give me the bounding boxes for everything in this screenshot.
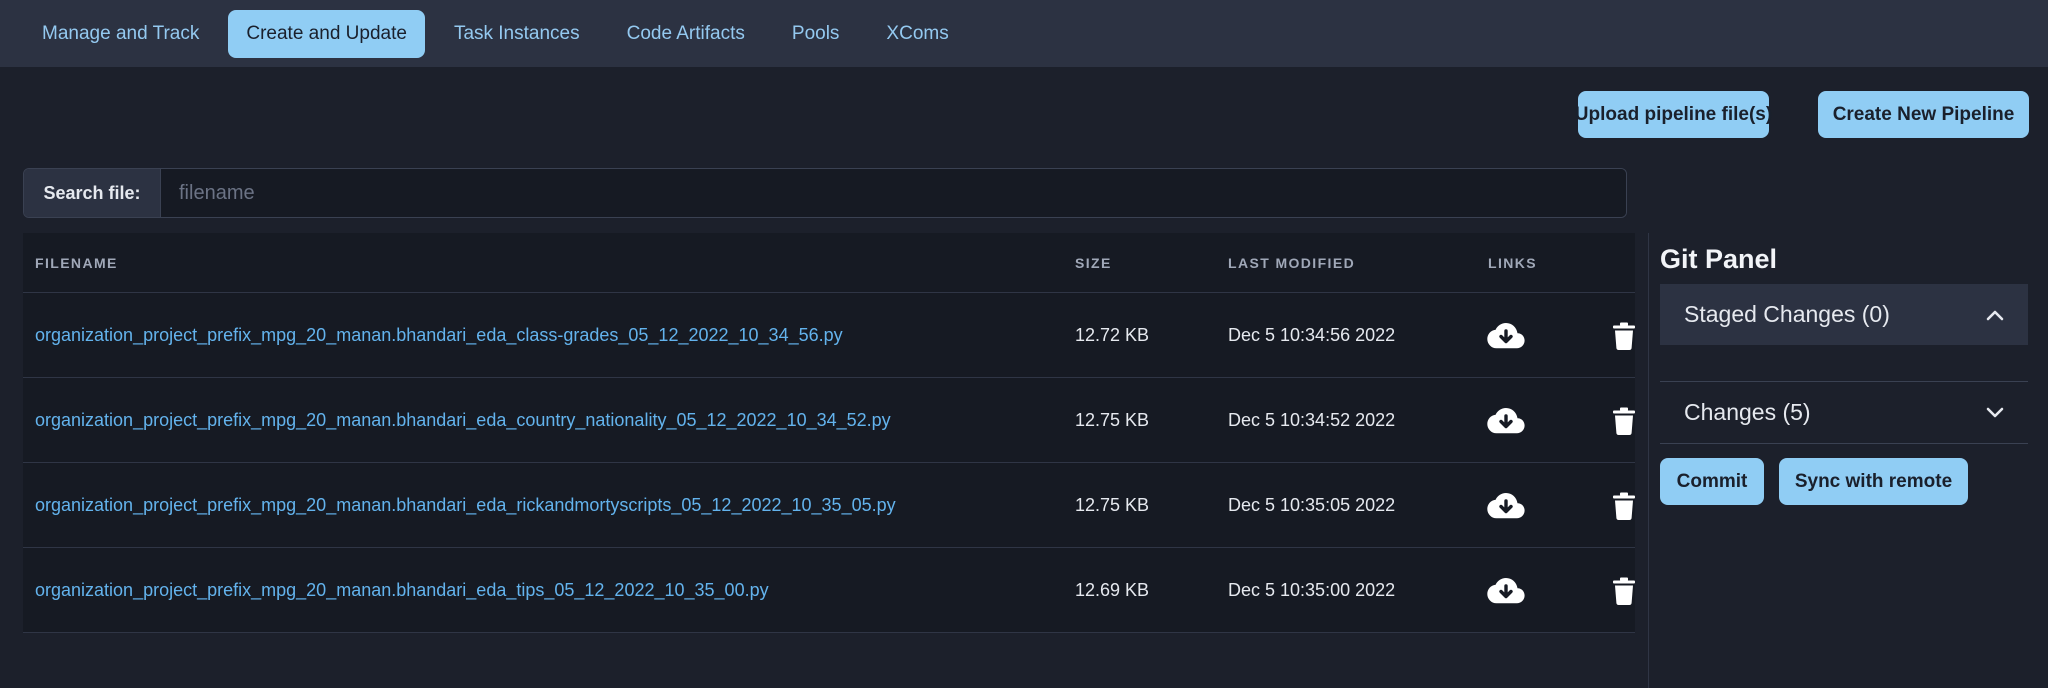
staged-changes-label: Staged Changes (0) xyxy=(1684,301,1890,327)
cloud-download-icon[interactable] xyxy=(1487,548,1525,633)
changes-accordion[interactable]: Changes (5) xyxy=(1660,382,2028,443)
trash-icon[interactable] xyxy=(1613,293,1635,378)
trash-icon[interactable] xyxy=(1613,463,1635,548)
search-label: Search file: xyxy=(24,169,161,217)
header-filename: FILENAME xyxy=(35,255,118,271)
panel-divider xyxy=(1648,233,1649,688)
header-links: LINKS xyxy=(1488,255,1537,271)
file-size: 12.69 KB xyxy=(1075,580,1150,600)
accordion-divider xyxy=(1660,443,2028,444)
cloud-download-icon[interactable] xyxy=(1487,463,1525,548)
file-modified: Dec 5 10:35:00 2022 xyxy=(1228,580,1396,600)
top-nav: Manage and Track Create and Update Task … xyxy=(0,0,2048,67)
table-row: organization_project_prefix_mpg_20_manan… xyxy=(23,463,1635,548)
cloud-download-icon[interactable] xyxy=(1487,293,1525,378)
create-pipeline-button[interactable]: Create New Pipeline xyxy=(1818,91,2029,138)
file-link[interactable]: organization_project_prefix_mpg_20_manan… xyxy=(35,463,896,548)
chevron-up-icon xyxy=(1986,309,2004,321)
file-modified: Dec 5 10:34:52 2022 xyxy=(1228,410,1396,430)
tab-task-instances[interactable]: Task Instances xyxy=(436,10,598,58)
staged-changes-accordion[interactable]: Staged Changes (0) xyxy=(1660,284,2028,345)
table-row: organization_project_prefix_mpg_20_manan… xyxy=(23,378,1635,463)
file-size: 12.72 KB xyxy=(1075,325,1150,345)
changes-label: Changes (5) xyxy=(1684,399,1811,425)
header-last-modified: LAST MODIFIED xyxy=(1228,255,1356,271)
upload-pipeline-button[interactable]: Upload pipeline file(s) xyxy=(1575,91,1772,138)
table-header: FILENAME SIZE LAST MODIFIED LINKS xyxy=(23,233,1635,293)
file-size: 12.75 KB xyxy=(1075,495,1150,515)
tab-xcoms[interactable]: XComs xyxy=(868,10,966,58)
tab-create-and-update[interactable]: Create and Update xyxy=(228,9,425,58)
file-link[interactable]: organization_project_prefix_mpg_20_manan… xyxy=(35,293,843,378)
file-modified: Dec 5 10:35:05 2022 xyxy=(1228,495,1396,515)
git-panel-title: Git Panel xyxy=(1660,244,1778,274)
table-row: organization_project_prefix_mpg_20_manan… xyxy=(23,293,1635,378)
trash-icon[interactable] xyxy=(1613,548,1635,633)
sync-remote-button[interactable]: Sync with remote xyxy=(1779,458,1968,505)
file-size: 12.75 KB xyxy=(1075,410,1150,430)
table-row: organization_project_prefix_mpg_20_manan… xyxy=(23,548,1635,633)
commit-button[interactable]: Commit xyxy=(1660,458,1764,505)
tab-manage-and-track[interactable]: Manage and Track xyxy=(24,10,217,58)
file-modified: Dec 5 10:34:56 2022 xyxy=(1228,325,1396,345)
header-size: SIZE xyxy=(1075,255,1112,271)
file-link[interactable]: organization_project_prefix_mpg_20_manan… xyxy=(35,548,769,633)
files-table: FILENAME SIZE LAST MODIFIED LINKS organi… xyxy=(23,233,1635,633)
tab-pools[interactable]: Pools xyxy=(774,10,858,58)
trash-icon[interactable] xyxy=(1613,378,1635,463)
file-link[interactable]: organization_project_prefix_mpg_20_manan… xyxy=(35,378,891,463)
tab-code-artifacts[interactable]: Code Artifacts xyxy=(609,10,763,58)
search-group: Search file: xyxy=(23,168,1627,218)
search-input[interactable] xyxy=(161,169,1626,217)
cloud-download-icon[interactable] xyxy=(1487,378,1525,463)
chevron-down-icon xyxy=(1986,407,2004,419)
